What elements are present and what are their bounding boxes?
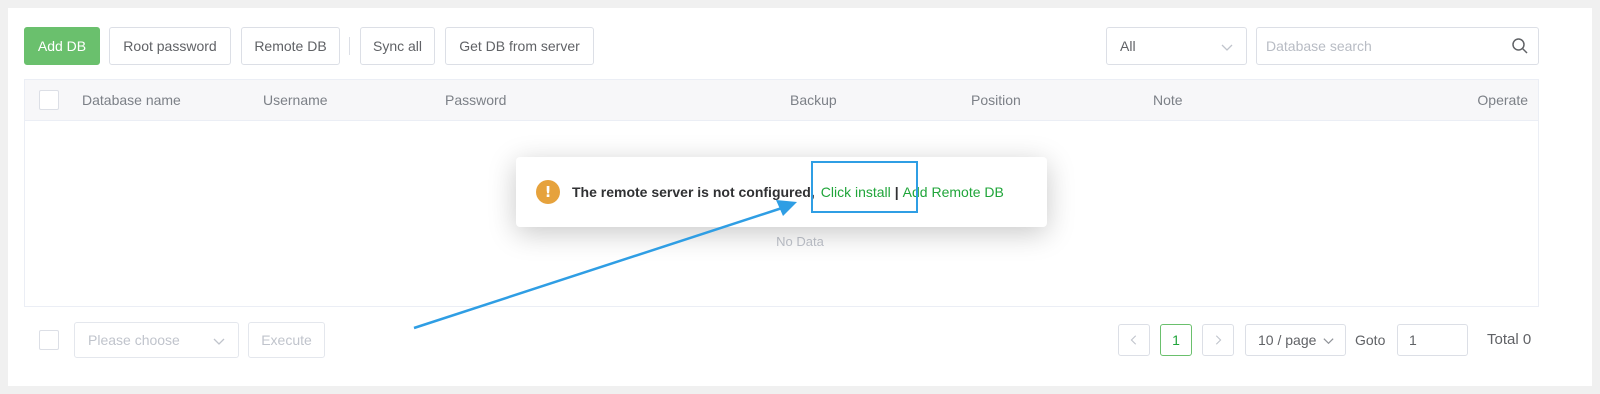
add-db-button[interactable]: Add DB	[24, 27, 100, 65]
search-icon[interactable]	[1511, 37, 1529, 55]
goto-label: Goto	[1355, 332, 1386, 348]
table-header: Database name Username Password Backup P…	[25, 80, 1538, 121]
execute-button[interactable]: Execute	[248, 322, 325, 358]
chevron-left-icon	[1130, 335, 1137, 345]
total-count: Total 0	[1487, 331, 1532, 348]
goto-page-value: 1	[1409, 332, 1417, 348]
chevron-down-icon	[213, 338, 225, 345]
no-data-text: No Data	[776, 234, 824, 249]
page-size-value: 10 / page	[1258, 332, 1317, 348]
batch-action-select[interactable]: Please choose	[74, 322, 239, 358]
batch-select-checkbox[interactable]	[39, 330, 59, 350]
column-position[interactable]: Position	[971, 92, 1021, 108]
column-username[interactable]: Username	[263, 92, 328, 108]
database-search[interactable]	[1256, 27, 1539, 65]
column-operate[interactable]: Operate	[1477, 92, 1528, 108]
root-password-button[interactable]: Root password	[109, 27, 231, 65]
column-note[interactable]: Note	[1153, 92, 1183, 108]
select-all-checkbox[interactable]	[39, 90, 59, 110]
filter-select-value: All	[1120, 38, 1136, 54]
database-search-input[interactable]	[1257, 28, 1538, 64]
chevron-right-icon	[1215, 335, 1222, 345]
chevron-down-icon	[1323, 338, 1334, 345]
column-password[interactable]: Password	[445, 92, 506, 108]
prev-page-button[interactable]	[1118, 324, 1150, 356]
sync-all-button[interactable]: Sync all	[360, 27, 435, 65]
remote-server-warning: ! The remote server is not configured, C…	[516, 157, 1047, 227]
page-size-select[interactable]: 10 / page	[1245, 324, 1346, 356]
get-db-from-server-button[interactable]: Get DB from server	[445, 27, 594, 65]
annotation-highlight-box	[811, 161, 918, 213]
toolbar-divider	[349, 37, 350, 55]
batch-action-placeholder: Please choose	[88, 332, 180, 348]
next-page-button[interactable]	[1202, 324, 1234, 356]
warning-icon: !	[536, 180, 560, 204]
page-number-current[interactable]: 1	[1160, 324, 1192, 356]
goto-page-input[interactable]: 1	[1397, 324, 1468, 356]
column-backup[interactable]: Backup	[790, 92, 837, 108]
chevron-down-icon	[1221, 44, 1233, 51]
warning-message: The remote server is not configured,	[572, 184, 815, 200]
column-database-name[interactable]: Database name	[82, 92, 181, 108]
remote-db-button[interactable]: Remote DB	[241, 27, 340, 65]
filter-select[interactable]: All	[1106, 27, 1247, 65]
